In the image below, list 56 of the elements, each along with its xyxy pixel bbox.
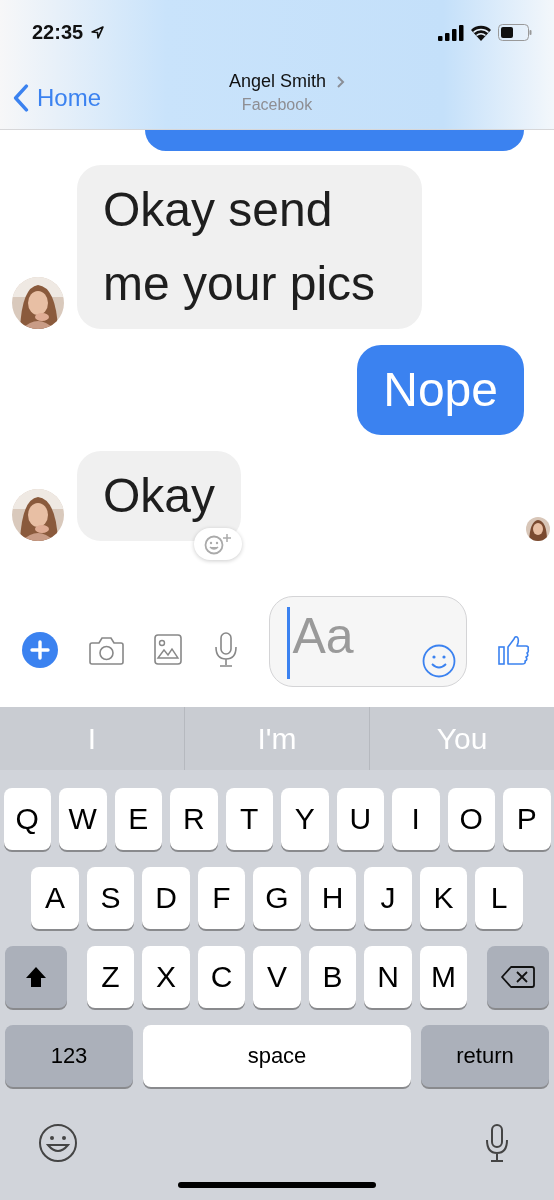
- shift-key[interactable]: [5, 946, 67, 1008]
- microphone-icon[interactable]: [212, 632, 239, 667]
- key[interactable]: D: [142, 867, 190, 929]
- message-input-field[interactable]: Aa: [286, 600, 423, 671]
- key[interactable]: T: [225, 788, 273, 850]
- key[interactable]: Y: [281, 788, 329, 850]
- message-bubble: Okay: [77, 451, 242, 541]
- plus-button[interactable]: [22, 631, 58, 668]
- location-arrow-icon: [91, 26, 105, 39]
- key[interactable]: P: [503, 788, 551, 850]
- space-key[interactable]: space: [143, 1025, 411, 1087]
- key[interactable]: J: [364, 867, 412, 929]
- key[interactable]: I: [392, 788, 440, 850]
- message-field[interactable]: Aa: [269, 596, 468, 687]
- wifi-icon: [470, 24, 492, 41]
- key[interactable]: U: [336, 788, 384, 850]
- numbers-key[interactable]: 123: [5, 1025, 133, 1087]
- camera-icon[interactable]: [88, 634, 124, 665]
- thumbs-up-icon[interactable]: [497, 634, 530, 665]
- key[interactable]: Q: [3, 788, 51, 850]
- emoji-icon[interactable]: [422, 644, 457, 678]
- return-key[interactable]: return: [421, 1025, 549, 1087]
- key[interactable]: O: [447, 788, 495, 850]
- arrow-up-icon: [24, 965, 48, 989]
- key[interactable]: A: [31, 867, 79, 929]
- dictation-icon[interactable]: [485, 1124, 509, 1162]
- key[interactable]: F: [197, 867, 246, 929]
- key[interactable]: X: [142, 946, 190, 1008]
- clock-time: 22:35: [32, 21, 84, 44]
- add-reaction-button[interactable]: [194, 528, 243, 560]
- key[interactable]: H: [308, 867, 357, 929]
- key[interactable]: N: [364, 946, 412, 1008]
- contact-subtitle: Facebook: [241, 96, 313, 114]
- key[interactable]: B: [308, 946, 357, 1008]
- delete-key[interactable]: [487, 946, 549, 1008]
- chevron-left-icon: [13, 83, 29, 112]
- key[interactable]: M: [419, 946, 468, 1008]
- key[interactable]: V: [253, 946, 301, 1008]
- key[interactable]: R: [170, 788, 218, 850]
- key[interactable]: W: [59, 788, 107, 850]
- backspace-icon: [501, 965, 535, 989]
- key[interactable]: L: [475, 867, 523, 929]
- key[interactable]: G: [253, 867, 301, 929]
- signal-icon: [438, 24, 464, 41]
- message-bubble: Okay send me your pics: [77, 165, 422, 329]
- key[interactable]: C: [197, 946, 246, 1008]
- battery-icon: [498, 24, 532, 41]
- key[interactable]: E: [114, 788, 162, 850]
- key[interactable]: S: [86, 867, 135, 929]
- chevron-icon: [336, 74, 346, 89]
- key[interactable]: K: [419, 867, 468, 929]
- image-icon[interactable]: [154, 634, 183, 665]
- contact-name[interactable]: Angel Smith: [228, 71, 327, 92]
- key[interactable]: Z: [86, 946, 135, 1008]
- message-bubble: Nope: [357, 345, 524, 435]
- emoji-key-icon[interactable]: [38, 1123, 78, 1163]
